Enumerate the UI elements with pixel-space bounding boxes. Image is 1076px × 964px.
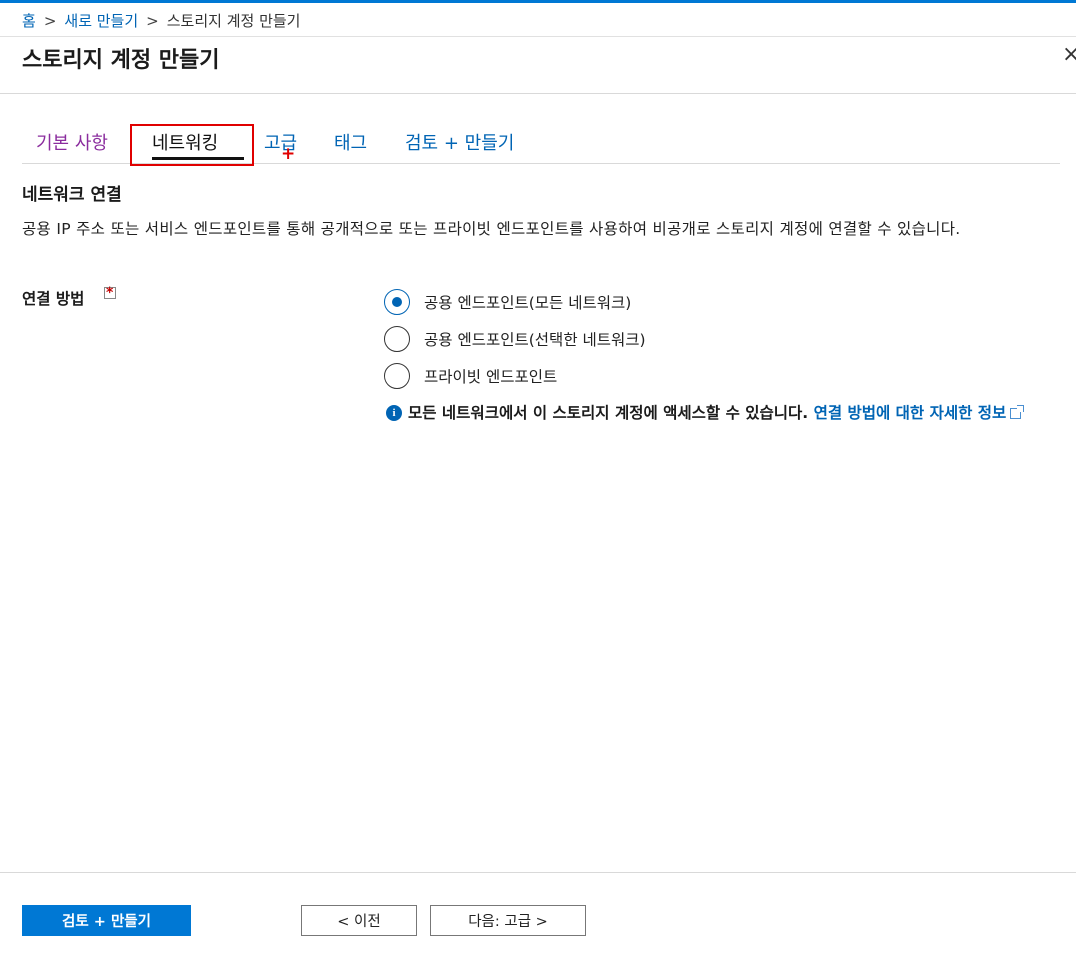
radio-public-all-networks[interactable]: 공용 엔드포인트(모든 네트워크) (384, 288, 631, 316)
review-create-button[interactable]: 검토 + 만들기 (22, 905, 191, 936)
radio-private-endpoint[interactable]: 프라이빗 엔드포인트 (384, 362, 557, 390)
radio-label: 프라이빗 엔드포인트 (424, 368, 558, 386)
footer-divider (0, 872, 1076, 873)
tab-tags[interactable]: 태그 (334, 129, 367, 155)
crosshair-cursor-icon: + (281, 144, 296, 164)
external-link-icon (1010, 405, 1025, 419)
section-description: 공용 IP 주소 또는 서비스 엔드포인트를 통해 공개적으로 또는 프라이빗 … (22, 220, 961, 238)
section-title: 네트워크 연결 (22, 185, 122, 205)
radio-unchecked-icon[interactable] (384, 326, 410, 352)
radio-checked-icon[interactable] (384, 289, 410, 315)
close-icon[interactable]: × (1062, 42, 1076, 67)
tab-highlight-box (130, 124, 254, 166)
top-accent-line (0, 0, 1076, 3)
breadcrumb-separator: > (146, 12, 159, 30)
connectivity-method-label: 연결 방법 (22, 290, 85, 308)
radio-unchecked-icon[interactable] (384, 363, 410, 389)
breadcrumb-divider (0, 36, 1076, 37)
breadcrumb: 홈 > 새로 만들기 > 스토리지 계정 만들기 (22, 10, 301, 31)
radio-label: 공용 엔드포인트(선택한 네트워크) (424, 331, 646, 349)
radio-public-selected-networks[interactable]: 공용 엔드포인트(선택한 네트워크) (384, 325, 646, 353)
info-text-body: 모든 네트워크에서 이 스토리지 계정에 액세스할 수 있습니다. (408, 404, 814, 422)
next-button[interactable]: 다음: 고급 > (430, 905, 586, 936)
tab-basics[interactable]: 기본 사항 (36, 129, 108, 155)
breadcrumb-current: 스토리지 계정 만들기 (166, 12, 301, 30)
learn-more-link[interactable]: 연결 방법에 대한 자세한 정보 (814, 404, 1007, 422)
radio-label: 공용 엔드포인트(모든 네트워크) (424, 294, 632, 312)
tab-review-create[interactable]: 검토 + 만들기 (405, 129, 514, 155)
header-divider (0, 93, 1076, 94)
breadcrumb-home-link[interactable]: 홈 (22, 12, 36, 30)
breadcrumb-new-link[interactable]: 새로 만들기 (64, 12, 138, 30)
page-title: 스토리지 계정 만들기 (22, 48, 220, 73)
tab-bar: 기본 사항 네트워킹 고급 태그 검토 + 만들기 + (22, 124, 1060, 166)
info-icon: i (386, 405, 402, 421)
breadcrumb-separator: > (43, 12, 57, 30)
required-asterisk: * (106, 285, 114, 301)
previous-button[interactable]: < 이전 (301, 905, 417, 936)
info-text: 모든 네트워크에서 이 스토리지 계정에 액세스할 수 있습니다. 연결 방법에… (408, 402, 1056, 424)
